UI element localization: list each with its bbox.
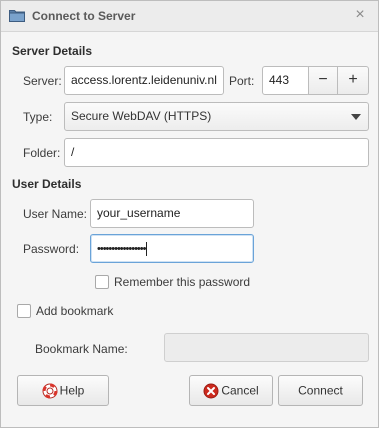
chevron-down-icon	[351, 114, 361, 120]
text-cursor	[146, 241, 148, 256]
remember-password-label[interactable]: Remember this password	[114, 275, 250, 289]
folder-icon	[9, 10, 25, 22]
bookmark-name-label: Bookmark Name:	[35, 342, 128, 356]
port-decrement-button[interactable]: −	[308, 66, 338, 95]
lifebuoy-icon	[42, 383, 58, 399]
folder-label: Folder:	[23, 146, 61, 160]
password-value: •••••••••••••••••	[97, 243, 146, 255]
port-label: Port:	[229, 74, 255, 88]
connect-button[interactable]: Connect	[278, 375, 363, 406]
connect-button-label: Connect	[298, 383, 343, 398]
add-bookmark-label[interactable]: Add bookmark	[36, 304, 113, 318]
password-input[interactable]: •••••••••••••••••	[90, 234, 254, 263]
password-label: Password:	[23, 242, 80, 256]
connect-to-server-dialog: Connect to Server × Server Details Serve…	[0, 0, 379, 428]
bookmark-name-input	[164, 333, 369, 362]
type-dropdown-value: Secure WebDAV (HTTPS)	[71, 109, 212, 123]
username-input[interactable]: your_username	[90, 199, 254, 228]
server-input[interactable]: access.lorentz.leidenuniv.nl	[64, 66, 224, 95]
username-label: User Name:	[23, 207, 88, 221]
window-title: Connect to Server	[32, 9, 136, 23]
help-button[interactable]: Help	[17, 375, 109, 406]
cancel-button-label: Cancel	[221, 383, 259, 398]
close-button[interactable]: ×	[352, 7, 368, 23]
server-label: Server:	[23, 74, 62, 88]
add-bookmark-checkbox[interactable]	[17, 304, 31, 318]
type-dropdown[interactable]: Secure WebDAV (HTTPS)	[64, 102, 369, 131]
port-input[interactable]: 443	[262, 66, 310, 95]
remember-password-checkbox[interactable]	[95, 275, 109, 289]
server-details-heading: Server Details	[12, 44, 93, 58]
user-details-heading: User Details	[12, 177, 82, 191]
cancel-icon	[203, 383, 219, 399]
port-increment-button[interactable]: +	[337, 66, 369, 95]
folder-input[interactable]: /	[64, 138, 369, 167]
help-button-label: Help	[59, 383, 85, 398]
title-bar: Connect to Server ×	[1, 1, 378, 32]
cancel-button[interactable]: Cancel	[189, 375, 273, 406]
type-label: Type:	[23, 110, 53, 124]
